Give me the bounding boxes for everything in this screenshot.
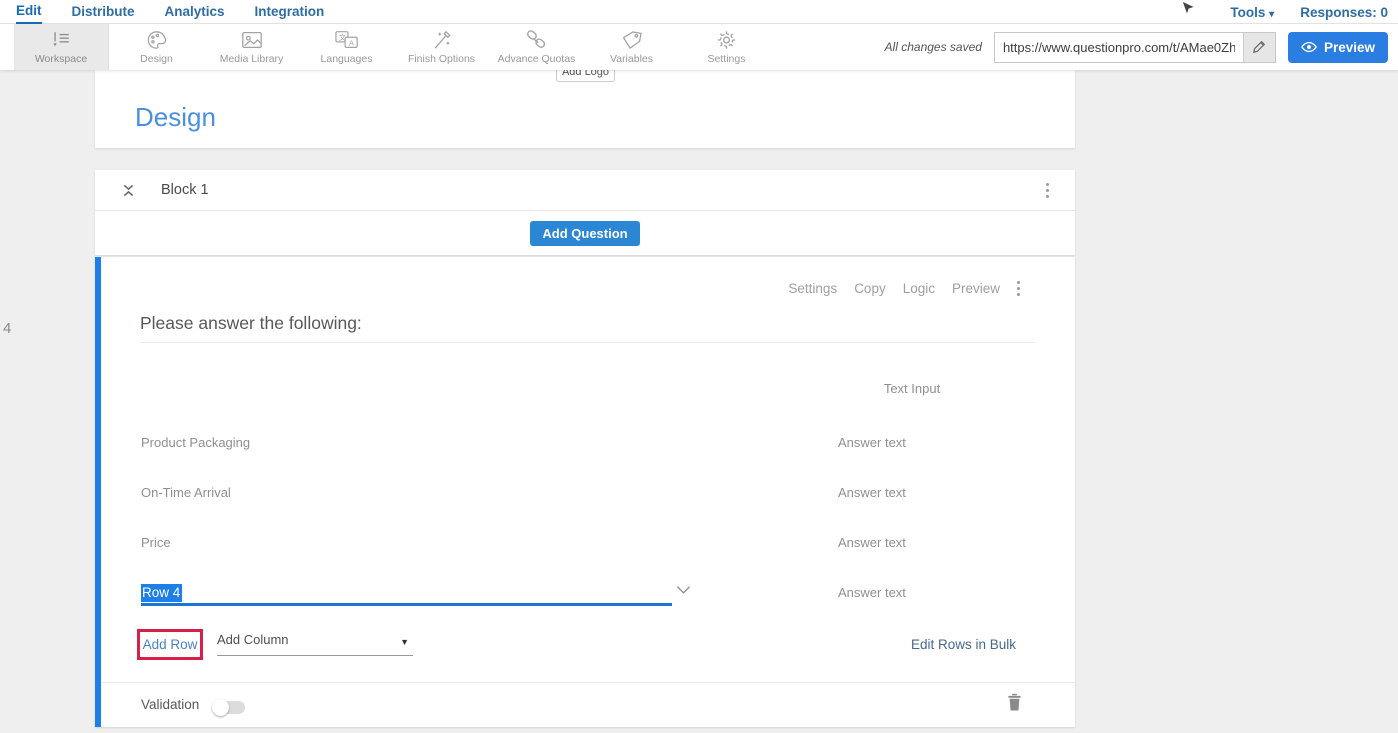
toolbar-item-variables[interactable]: Variables (584, 24, 679, 70)
toolbar-item-finish-options[interactable]: Finish Options (394, 24, 489, 70)
top-nav: Edit Distribute Analytics Integration To… (0, 0, 1398, 24)
question-menu: Settings Copy Logic Preview (788, 281, 1020, 296)
validation-label: Validation (141, 697, 199, 712)
svg-text:A: A (348, 38, 353, 47)
toolbar-item-label: Settings (708, 53, 746, 65)
toolbar-item-media-library[interactable]: Media Library (204, 24, 299, 70)
block-kebab-menu-icon[interactable] (1046, 183, 1049, 198)
delete-question-icon[interactable] (1007, 693, 1022, 711)
chevron-down-icon[interactable] (676, 585, 691, 595)
save-status: All changes saved (885, 40, 982, 54)
question-card: Settings Copy Logic Preview Please answe… (95, 257, 1075, 727)
svg-text:文: 文 (338, 33, 346, 42)
question-settings-link[interactable]: Settings (788, 281, 837, 296)
question-number: 4 (3, 320, 11, 337)
add-question-button[interactable]: Add Question (530, 221, 639, 246)
row-answer-placeholder[interactable]: Answer text (838, 585, 906, 600)
row-label[interactable]: Price (141, 535, 171, 550)
row-edit-focus-underline (141, 603, 672, 606)
toolbar-item-workspace[interactable]: Workspace (14, 24, 109, 70)
magic-wand-icon (431, 30, 452, 50)
nav-distribute[interactable]: Distribute (72, 1, 135, 23)
eye-icon (1301, 41, 1317, 53)
pencil-icon (1252, 40, 1266, 54)
toolbar-item-label: Advance Quotas (498, 53, 576, 65)
toolbar-item-label: Finish Options (408, 53, 475, 65)
toolbar-item-label: Media Library (220, 53, 284, 65)
add-row-annotation-box: Add Row (137, 629, 203, 660)
column-header-text-input: Text Input (832, 381, 992, 396)
add-column-dropdown[interactable]: Add Column ▼ (217, 631, 413, 656)
tools-dropdown[interactable]: Tools ▾ (1230, 5, 1274, 20)
add-question-row: Add Question (95, 211, 1075, 255)
languages-icon: 文 A (335, 30, 359, 50)
toggle-knob (212, 699, 229, 716)
caret-down-icon: ▼ (400, 637, 409, 647)
row-answer-placeholder[interactable]: Answer text (838, 485, 906, 500)
edit-url-button[interactable] (1243, 33, 1275, 62)
question-title-underline (140, 342, 1035, 343)
chain-links-icon (525, 30, 548, 50)
media-library-icon (241, 30, 263, 50)
tag-icon (621, 30, 642, 50)
workspace-icon (50, 30, 72, 50)
selected-text: Row 4 (141, 584, 182, 602)
row-label[interactable]: On-Time Arrival (141, 485, 231, 500)
toolbar-item-label: Design (140, 53, 173, 65)
question-preview-link[interactable]: Preview (952, 281, 1000, 296)
nav-integration[interactable]: Integration (255, 1, 325, 23)
add-column-label: Add Column (217, 632, 289, 647)
question-title[interactable]: Please answer the following: (140, 313, 362, 334)
row-answer-placeholder[interactable]: Answer text (838, 535, 906, 550)
add-row-button[interactable]: Add Row (143, 637, 198, 652)
row-edit-input[interactable]: Row 4 (141, 585, 182, 600)
toolbar-item-languages[interactable]: 文 A Languages (299, 24, 394, 70)
toolbar-item-label: Languages (321, 53, 373, 65)
validation-toggle[interactable] (214, 701, 245, 714)
toolbar-item-label: Variables (610, 53, 653, 65)
toolbar: Workspace Design Media Library 文 A Langu… (0, 24, 1398, 70)
nav-edit[interactable]: Edit (16, 0, 42, 24)
block-header: Block 1 (95, 170, 1075, 211)
question-kebab-menu-icon[interactable] (1017, 281, 1020, 296)
toolbar-item-label: Workspace (35, 53, 87, 65)
footer-divider (101, 682, 1075, 683)
row-label[interactable]: Product Packaging (141, 435, 250, 450)
page-title: Design (135, 102, 216, 133)
question-copy-link[interactable]: Copy (854, 281, 886, 296)
row-answer-placeholder[interactable]: Answer text (838, 435, 906, 450)
nav-analytics[interactable]: Analytics (165, 1, 225, 23)
responses-count[interactable]: Responses: 0 (1300, 5, 1388, 20)
toolbar-item-advance-quotas[interactable]: Advance Quotas (489, 24, 584, 70)
survey-url-input[interactable] (995, 33, 1243, 62)
toolbar-item-settings[interactable]: Settings (679, 24, 774, 70)
survey-url-box (994, 32, 1276, 63)
caret-down-icon: ▾ (1269, 9, 1274, 20)
preview-button[interactable]: Preview (1288, 32, 1388, 63)
block-title: Block 1 (161, 182, 209, 198)
block-card: Block 1 Add Question (95, 170, 1075, 255)
collapse-block-icon[interactable] (122, 183, 135, 198)
design-palette-icon (146, 30, 167, 50)
edit-rows-in-bulk-link[interactable]: Edit Rows in Bulk (911, 637, 1016, 652)
question-logic-link[interactable]: Logic (903, 281, 935, 296)
toolbar-item-design[interactable]: Design (109, 24, 204, 70)
gear-icon (716, 30, 737, 50)
